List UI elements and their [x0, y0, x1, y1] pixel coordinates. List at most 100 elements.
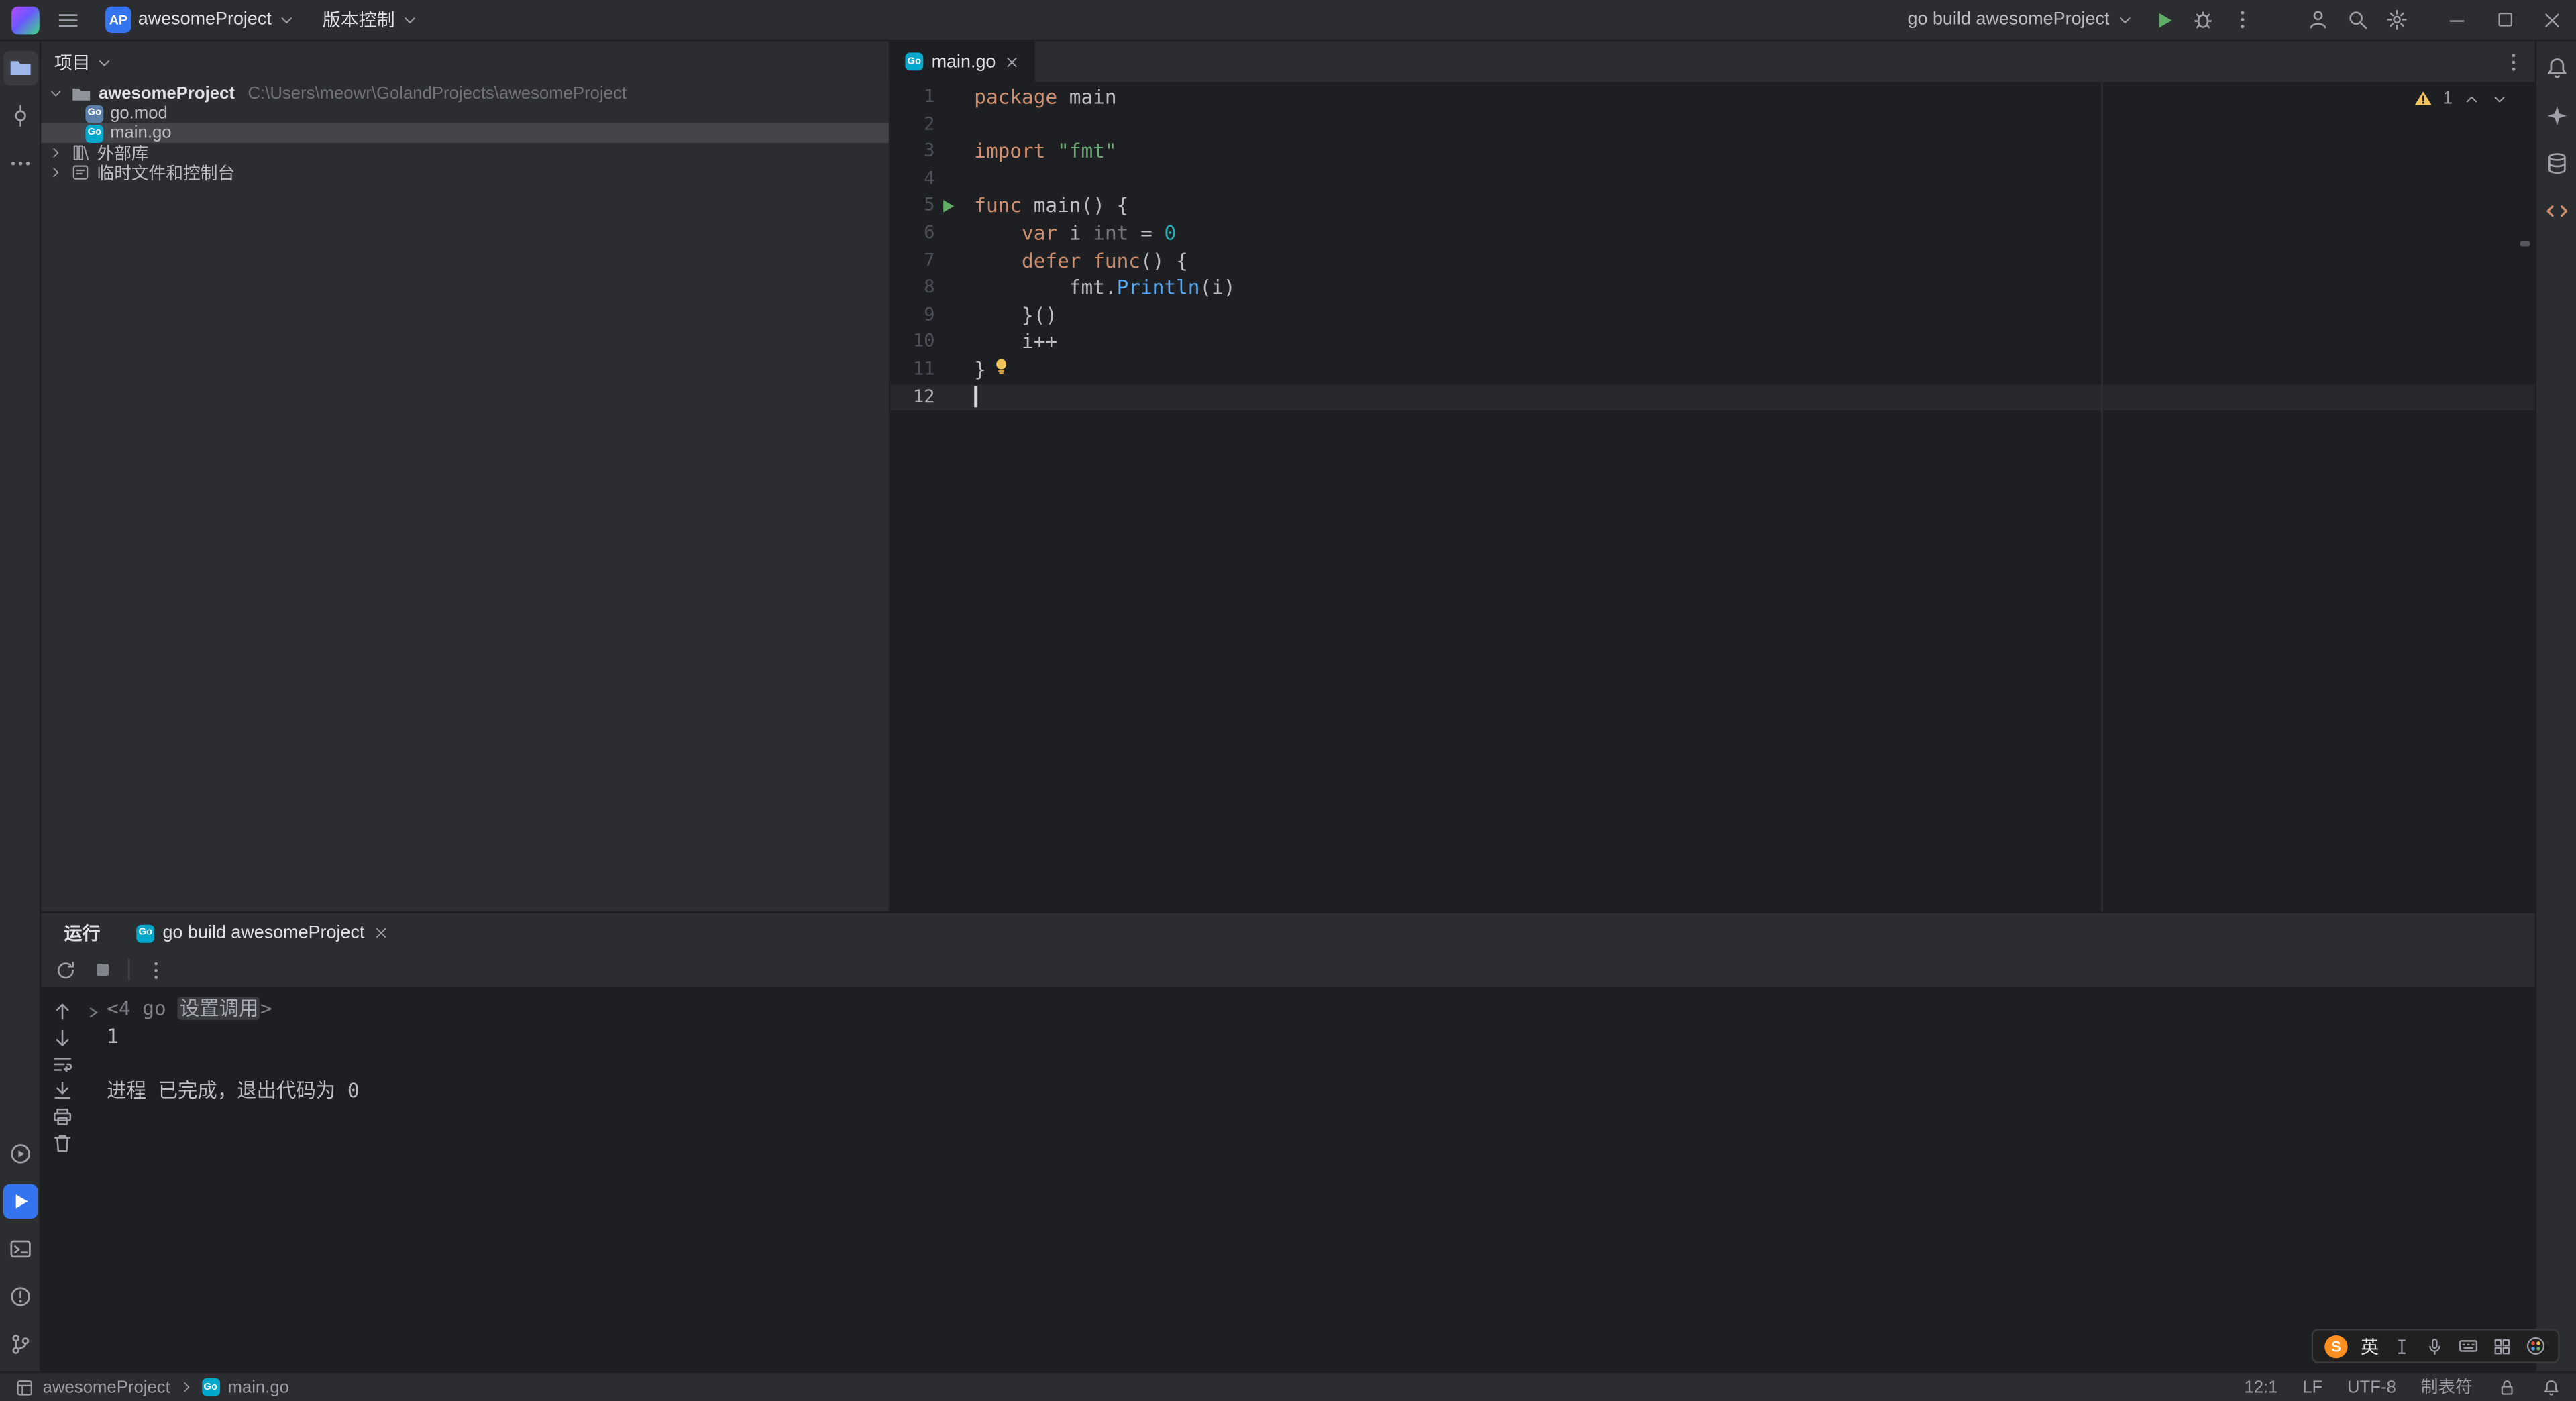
indent-style[interactable]: 制表符 — [2421, 1375, 2473, 1400]
ime-language-indicator[interactable]: 英 — [2361, 1333, 2379, 1359]
console-folded-region[interactable]: 设置调用 — [178, 997, 260, 1020]
rerun-button[interactable] — [54, 958, 77, 981]
console-next-button[interactable] — [51, 1027, 74, 1050]
caret-position[interactable]: 12:1 — [2244, 1377, 2277, 1396]
line-number: 1 — [924, 85, 935, 107]
console-prev-button[interactable] — [51, 1000, 74, 1023]
code-line[interactable]: 7 defer func() { — [890, 247, 2534, 275]
chevron-right-icon[interactable] — [48, 145, 64, 161]
more-actions-button[interactable] — [2222, 3, 2262, 37]
version-control-toolwindow-button[interactable] — [3, 1327, 37, 1361]
tree-row-project-root[interactable]: awesomeProject C:\Users\meowr\GolandProj… — [41, 84, 889, 103]
tab-close-icon[interactable] — [373, 925, 389, 941]
chevron-up-icon[interactable] — [2463, 89, 2481, 107]
breadcrumb-project[interactable]: awesomeProject — [43, 1377, 170, 1396]
readonly-lock-button[interactable] — [2497, 1377, 2516, 1396]
tree-row-go-mod[interactable]: Go go.mod — [41, 103, 889, 123]
minimize-icon — [2449, 19, 2465, 21]
stop-button[interactable] — [92, 959, 113, 980]
sogou-input-icon[interactable]: S — [2324, 1334, 2348, 1358]
keyboard-icon[interactable] — [2458, 1335, 2479, 1357]
code-line[interactable]: 8 fmt.Println(i) — [890, 274, 2534, 302]
tab-close-icon[interactable] — [1004, 54, 1020, 70]
maximize-icon — [2498, 13, 2512, 27]
file-encoding[interactable]: UTF-8 — [2347, 1377, 2396, 1396]
code-line[interactable]: 10 i++ — [890, 329, 2534, 357]
editor-tab-options-button[interactable] — [2502, 50, 2525, 73]
run-config-selector[interactable]: go build awesomeProject — [1898, 3, 2144, 37]
scratches-icon — [72, 165, 89, 180]
chevron-right-icon[interactable] — [48, 164, 64, 180]
scroll-to-end-button[interactable] — [51, 1079, 74, 1102]
code-line[interactable]: 12 — [890, 383, 2535, 411]
vcs-widget[interactable]: 版本控制 — [315, 3, 428, 37]
code-text: }() — [974, 303, 1058, 327]
code-line[interactable]: 11} — [890, 356, 2534, 384]
intention-bulb[interactable] — [993, 357, 1011, 384]
tree-row-main-go[interactable]: Go main.go — [41, 123, 889, 144]
inspections-widget[interactable]: 1 — [2413, 89, 2509, 109]
go-file-icon: Go — [905, 52, 924, 71]
window-minimize-button[interactable] — [2433, 0, 2481, 40]
run-tab-go-build[interactable]: Go go build awesomeProject — [123, 913, 402, 953]
project-toolwindow-button[interactable] — [2, 50, 38, 86]
settings-button[interactable] — [2377, 3, 2417, 37]
main-menu-button[interactable] — [49, 3, 87, 37]
chevron-down-icon[interactable] — [48, 85, 64, 101]
text-cursor-icon[interactable] — [2392, 1336, 2412, 1355]
code-line[interactable]: 5 func main() { — [890, 192, 2534, 220]
commit-toolwindow-button[interactable] — [3, 99, 37, 133]
run-gutter-button[interactable] — [934, 192, 961, 220]
status-notifications-button[interactable] — [2542, 1377, 2561, 1396]
chevron-down-icon[interactable] — [2491, 89, 2509, 107]
grid-apps-icon[interactable] — [2492, 1336, 2512, 1355]
print-button[interactable] — [51, 1105, 74, 1128]
tree-item-label: go.mod — [110, 103, 168, 123]
library-icon — [73, 145, 89, 160]
code-tag-icon — [2546, 205, 2567, 217]
code-with-me-button[interactable] — [2298, 3, 2338, 37]
code-text: package main — [974, 85, 1117, 109]
problems-toolwindow-button[interactable] — [3, 1280, 37, 1314]
code-line[interactable]: 3 import "fmt" — [890, 138, 2534, 166]
code-line[interactable]: 1 package main — [890, 84, 2534, 111]
debug-button[interactable] — [2184, 3, 2223, 37]
more-toolwindows-button[interactable] — [3, 146, 37, 180]
run-button[interactable] — [2144, 3, 2184, 37]
warning-count: 1 — [2443, 89, 2453, 109]
sparkle-icon — [2546, 106, 2566, 125]
clear-console-button[interactable] — [51, 1131, 74, 1154]
microphone-icon[interactable] — [2425, 1336, 2445, 1355]
project-widget[interactable]: AP awesomeProject — [97, 3, 304, 37]
run-toolwindow-button[interactable] — [2, 1184, 38, 1219]
console-gutter-toolbar — [41, 989, 84, 1371]
project-panel-header[interactable]: 项目 — [41, 41, 889, 84]
search-everywhere-button[interactable] — [2338, 3, 2377, 37]
services-toolwindow-button[interactable] — [3, 1137, 37, 1171]
endpoints-button[interactable] — [2539, 194, 2573, 228]
skin-palette-icon[interactable] — [2525, 1335, 2546, 1357]
line-separator[interactable]: LF — [2302, 1377, 2322, 1396]
line-number: 6 — [924, 221, 935, 243]
run-tab-label: go build awesomeProject — [162, 923, 365, 943]
terminal-toolwindow-button[interactable] — [3, 1232, 37, 1266]
window-close-button[interactable] — [2528, 0, 2576, 40]
code-line[interactable]: 9 }() — [890, 302, 2534, 329]
soft-wrap-button[interactable] — [51, 1053, 74, 1076]
editor-tab-main-go[interactable]: Go main.go — [890, 41, 1036, 82]
code-text: import "fmt" — [974, 139, 1117, 163]
window-maximize-button[interactable] — [2481, 0, 2528, 40]
console-more-button[interactable] — [145, 958, 168, 981]
ai-assistant-button[interactable] — [2539, 99, 2573, 133]
scrollbar-error-stripe-mark[interactable] — [2520, 241, 2530, 247]
tree-row-scratches[interactable]: 临时文件和控制台 — [41, 162, 889, 183]
line-number: 12 — [913, 385, 935, 407]
database-button[interactable] — [2539, 146, 2573, 180]
notifications-button[interactable] — [2539, 51, 2573, 85]
code-line[interactable]: 4 — [890, 166, 2534, 193]
code-line[interactable]: 6 var i int = 0 — [890, 220, 2534, 247]
kebab-menu-icon — [2241, 11, 2245, 29]
breadcrumb-file[interactable]: main.go — [227, 1377, 288, 1396]
editor[interactable]: 1 package main 2 3 import "fmt" 4 5 func main()… — [890, 82, 2535, 912]
code-line[interactable]: 2 — [890, 111, 2534, 139]
